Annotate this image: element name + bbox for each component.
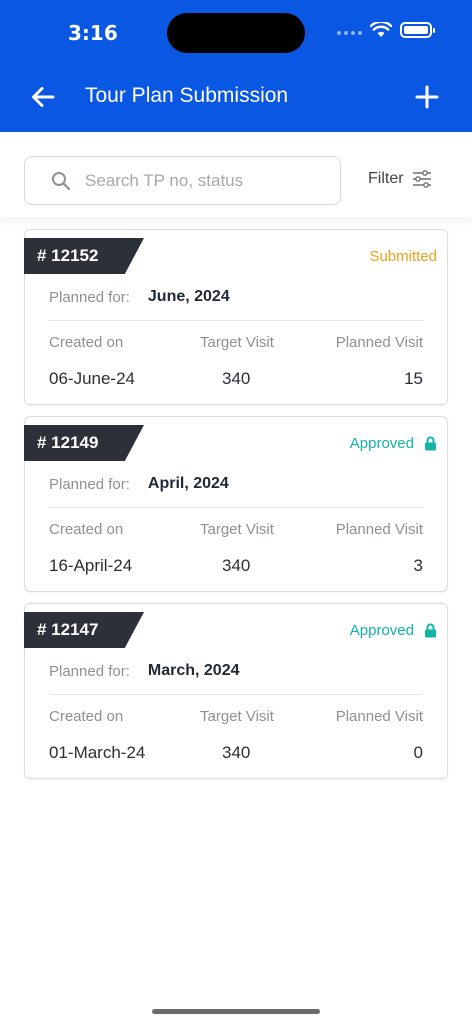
lock-icon [425,436,436,451]
planned-for-label: Planned for: [49,475,130,493]
created-on-value: 01-March-24 [49,743,146,762]
status-badge: Submitted [369,248,437,265]
created-on-header: Created on [49,708,124,725]
search-icon [52,171,71,190]
planned-visit-value: 15 [404,369,423,388]
planned-for-label: Planned for: [49,662,130,680]
tour-plan-card[interactable]: # 12152 Submitted Planned for: June, 2024 Cr… [24,229,448,405]
planned-for-value: June, 2024 [147,288,230,305]
status-label: Approved [349,622,414,639]
signal-icon [337,31,362,35]
tp-number-tag: # 12147 [24,612,144,648]
divider [49,694,423,695]
page-title: Tour Plan Submission [85,84,289,107]
target-visit-value: 340 [222,556,251,575]
planned-for-value: March, 2024 [147,662,240,679]
planned-visit-value: 0 [413,743,423,762]
target-visit-value: 340 [222,743,251,762]
search-bar-area: Filter [0,132,472,218]
planned-visit-header: Planned Visit [335,708,423,725]
planned-visit-header: Planned Visit [335,334,423,351]
tour-plan-card[interactable]: # 12147 Approved Planned for: March, 2024 Cr… [24,603,448,779]
sliders-icon [412,170,431,188]
wifi-icon [370,22,392,37]
created-on-value: 16-April-24 [49,556,133,575]
divider [49,507,423,508]
battery-icon [400,22,435,38]
divider [49,320,423,321]
created-on-header: Created on [49,521,124,538]
planned-for-row: Planned for: April, 2024 [49,475,229,493]
target-visit-header: Target Visit [200,521,274,538]
status-icons [337,22,435,38]
tp-number-tag: # 12152 [24,238,144,274]
planned-for-row: Planned for: March, 2024 [49,662,240,680]
app-header: 3:16 Tour Plan Submission [0,0,472,132]
planned-for-value: April, 2024 [147,475,229,492]
add-tour-plan-button[interactable] [412,82,442,112]
lock-icon [425,623,436,638]
created-on-value: 06-June-24 [49,369,136,388]
back-button[interactable] [28,82,58,112]
search-input[interactable] [85,170,315,191]
planned-visit-value: 3 [413,556,423,575]
created-on-header: Created on [49,334,124,351]
filter-button[interactable]: Filter [368,170,432,188]
status-label: Approved [349,435,414,452]
target-visit-value: 340 [222,369,251,388]
planned-for-row: Planned for: June, 2024 [49,288,230,306]
arrow-left-icon [32,87,55,107]
tour-plan-list: # 12152 Submitted Planned for: June, 2024 Cr… [24,229,448,790]
status-badge: Approved [350,435,437,452]
filter-label: Filter [368,170,404,187]
planned-visit-header: Planned Visit [335,521,423,538]
status-badge: Approved [350,622,437,639]
status-label: Submitted [369,248,437,265]
target-visit-header: Target Visit [200,334,274,351]
home-indicator [152,1009,320,1014]
tp-number-tag: # 12149 [24,425,144,461]
tour-plan-card[interactable]: # 12149 Approved Planned for: April, 2024 Cr… [24,416,448,592]
plus-icon [415,85,439,109]
status-time: 3:16 [68,21,118,45]
planned-for-label: Planned for: [49,288,130,306]
search-box[interactable] [24,156,341,205]
dynamic-island [167,13,305,53]
target-visit-header: Target Visit [200,708,274,725]
